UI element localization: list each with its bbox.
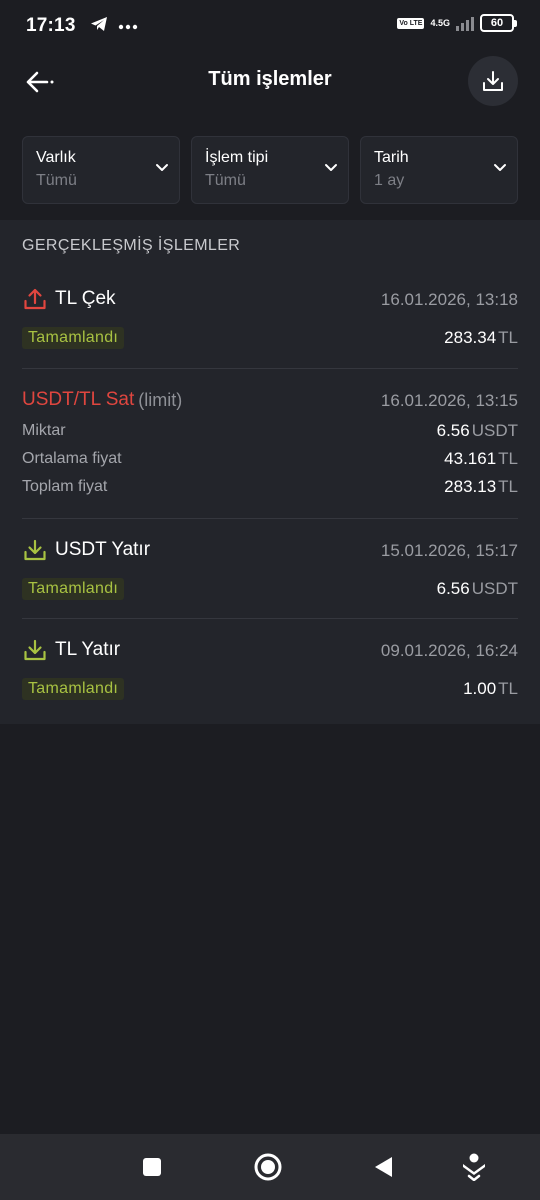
transaction-item[interactable]: USDT/TL Sat (limit) 16.01.2026, 13:15 Mi… xyxy=(22,385,518,501)
withdraw-icon xyxy=(22,286,48,312)
chevron-down-icon xyxy=(325,164,337,171)
transaction-date: 16.01.2026, 13:15 xyxy=(380,391,518,410)
status-badge: Tamamlandı xyxy=(22,578,125,600)
divider xyxy=(22,618,518,619)
chevron-down-icon xyxy=(494,164,506,171)
deposit-icon xyxy=(22,537,48,563)
order-type: (limit) xyxy=(138,389,183,410)
divider xyxy=(22,368,518,369)
transaction-item[interactable]: TL Yatır 09.01.2026, 16:24 Tamamlandı 1.… xyxy=(22,635,518,703)
telegram-icon xyxy=(90,16,108,37)
transaction-date: 09.01.2026, 16:24 xyxy=(380,641,518,660)
filter-transaction-type[interactable]: İşlem tipi Tümü xyxy=(191,136,349,204)
transaction-amount: 283.34 TL xyxy=(444,328,518,347)
transactions-panel: GERÇEKLEŞMİŞ İŞLEMLER TL Çek 16.01.2026,… xyxy=(0,220,540,724)
status-bar: 17:13 Vo LTE 4.5G 60 xyxy=(0,0,540,52)
filter-label: Varlık xyxy=(36,149,76,166)
transaction-title: TL Yatır xyxy=(55,639,121,660)
divider xyxy=(22,518,518,519)
status-time: 17:13 xyxy=(26,15,76,36)
battery-level: 60 xyxy=(490,17,504,29)
assistant-icon xyxy=(463,1153,485,1181)
chevron-down-icon xyxy=(156,164,168,171)
transaction-title: USDT Yatır xyxy=(55,539,151,560)
transaction-item[interactable]: USDT Yatır 15.01.2026, 15:17 Tamamlandı … xyxy=(22,535,518,603)
detail-value: 283.13 TL xyxy=(444,477,518,496)
more-dots-icon xyxy=(118,17,138,35)
status-badge: Tamamlandı xyxy=(22,327,125,349)
network-type: 4.5G xyxy=(430,18,450,28)
home-circle-icon xyxy=(254,1153,282,1181)
download-button[interactable] xyxy=(468,56,518,106)
battery-icon: 60 xyxy=(480,14,517,32)
filter-bar: Varlık Tümü İşlem tipi Tümü Tarih 1 ay xyxy=(22,136,518,204)
section-title: GERÇEKLEŞMİŞ İŞLEMLER xyxy=(22,237,241,254)
detail-label: Toplam fiyat xyxy=(22,478,108,495)
home-button[interactable] xyxy=(252,1151,284,1183)
back-triangle-icon xyxy=(375,1157,392,1177)
transaction-title: TL Çek xyxy=(55,288,116,309)
detail-label: Ortalama fiyat xyxy=(22,450,122,467)
signal-icon xyxy=(456,15,474,31)
system-nav-bar xyxy=(0,1134,540,1200)
recents-button[interactable] xyxy=(136,1151,168,1183)
transaction-date: 16.01.2026, 13:18 xyxy=(380,290,518,309)
transaction-date: 15.01.2026, 15:17 xyxy=(380,541,518,560)
transaction-amount: 1.00 TL xyxy=(463,679,518,698)
recents-square-icon xyxy=(143,1158,161,1176)
transaction-item[interactable]: TL Çek 16.01.2026, 13:18 Tamamlandı 283.… xyxy=(22,284,518,352)
filter-value: 1 ay xyxy=(374,172,405,189)
filter-date[interactable]: Tarih 1 ay xyxy=(360,136,518,204)
filter-value: Tümü xyxy=(36,172,77,189)
assistant-button[interactable] xyxy=(458,1151,490,1183)
back-nav-button[interactable] xyxy=(368,1151,400,1183)
status-badge: Tamamlandı xyxy=(22,678,125,700)
header: Tüm işlemler xyxy=(0,52,540,112)
detail-label: Miktar xyxy=(22,422,66,439)
filter-asset[interactable]: Varlık Tümü xyxy=(22,136,180,204)
filter-value: Tümü xyxy=(205,172,246,189)
transaction-title: USDT/TL Sat xyxy=(22,389,135,410)
deposit-icon xyxy=(22,637,48,663)
download-icon xyxy=(483,71,503,91)
detail-value: 43.161 TL xyxy=(444,449,518,468)
filter-label: Tarih xyxy=(374,149,409,166)
detail-value: 6.56 USDT xyxy=(436,421,518,440)
transaction-amount: 6.56 USDT xyxy=(436,579,518,598)
volte-icon: Vo LTE xyxy=(397,17,425,29)
page-title: Tüm işlemler xyxy=(208,68,332,90)
filter-label: İşlem tipi xyxy=(205,149,269,166)
